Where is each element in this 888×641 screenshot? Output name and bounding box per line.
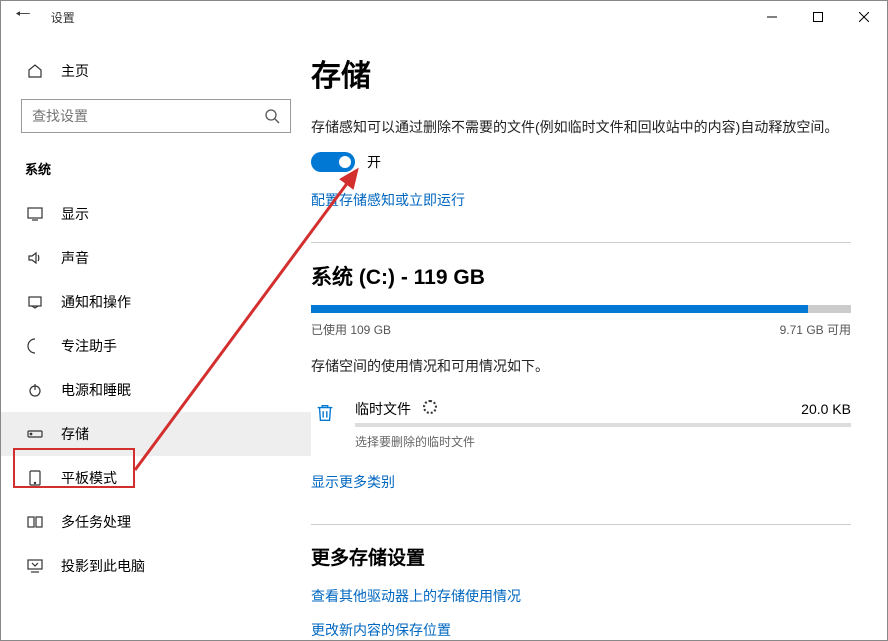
used-label: 已使用 109 GB [311,321,391,338]
sidebar-item-multitask[interactable]: 多任务处理 [1,500,311,544]
save-location-link[interactable]: 更改新内容的保存位置 [311,620,851,640]
divider [311,524,851,525]
more-storage-heading: 更多存储设置 [311,543,851,570]
nav-label: 存储 [61,424,89,444]
category-bar [355,423,851,427]
drive-title: 系统 (C:) - 119 GB [311,261,851,291]
project-icon [27,558,43,574]
sidebar-item-display[interactable]: 显示 [1,192,311,236]
storage-sense-description: 存储感知可以通过删除不需要的文件(例如临时文件和回收站中的内容)自动释放空间。 [311,117,851,138]
sound-icon [27,250,43,266]
storage-icon [27,426,43,442]
category-size: 20.0 KB [801,401,851,417]
trash-icon [311,399,339,427]
show-more-categories-link[interactable]: 显示更多类别 [311,472,395,492]
loading-spinner-icon [423,400,437,414]
nav-label: 平板模式 [61,468,117,488]
sidebar-item-notifications[interactable]: 通知和操作 [1,280,311,324]
drive-usage-bar [311,305,851,313]
drive-usage-fill [311,305,808,313]
sidebar-item-storage[interactable]: 存储 [1,412,311,456]
sidebar-item-power[interactable]: 电源和睡眠 [1,368,311,412]
content: 存储 存储感知可以通过删除不需要的文件(例如临时文件和回收站中的内容)自动释放空… [311,33,887,640]
power-icon [27,382,43,398]
sidebar-item-projecting[interactable]: 投影到此电脑 [1,544,311,588]
close-button[interactable] [841,1,887,33]
sidebar-item-sound[interactable]: 声音 [1,236,311,280]
search-icon [264,108,280,124]
titlebar: 🠐 设置 [1,1,887,33]
notification-icon [27,294,43,310]
nav-label: 通知和操作 [61,292,131,312]
category-sub: 选择要删除的临时文件 [355,433,851,450]
tablet-icon [27,470,43,486]
home-label: 主页 [61,61,89,81]
home-icon [27,63,43,79]
category-name: 临时文件 [355,401,411,417]
nav-label: 声音 [61,248,89,268]
minimize-button[interactable] [749,1,795,33]
back-button[interactable]: 🠐 [15,2,31,32]
nav-label: 投影到此电脑 [61,556,145,576]
configure-storage-sense-link[interactable]: 配置存储感知或立即运行 [311,190,465,210]
display-icon [27,206,43,222]
window-title: 设置 [51,9,75,26]
category-temp-files[interactable]: 临时文件 20.0 KB 选择要删除的临时文件 [311,391,851,458]
storage-sense-toggle[interactable] [311,152,355,172]
sidebar-item-focus[interactable]: 专注助手 [1,324,311,368]
sidebar-item-tablet[interactable]: 平板模式 [1,456,311,500]
other-drives-link[interactable]: 查看其他驱动器上的存储使用情况 [311,586,851,606]
sidebar: 主页 系统 显示 声音 通知和操作 专注助手 [1,33,311,640]
usage-description: 存储空间的使用情况和可用情况如下。 [311,356,851,377]
focus-icon [27,338,43,354]
free-label: 9.71 GB 可用 [780,321,851,338]
multitask-icon [27,514,43,530]
toggle-state-label: 开 [367,152,381,172]
divider [311,242,851,243]
search-input[interactable] [32,108,264,124]
nav-label: 电源和睡眠 [61,380,131,400]
maximize-button[interactable] [795,1,841,33]
nav-label: 专注助手 [61,336,117,356]
search-box[interactable] [21,99,291,133]
nav-label: 显示 [61,204,89,224]
nav-label: 多任务处理 [61,512,131,532]
sidebar-home[interactable]: 主页 [1,53,311,99]
page-title: 存储 [311,51,851,95]
section-label: 系统 [1,153,311,192]
